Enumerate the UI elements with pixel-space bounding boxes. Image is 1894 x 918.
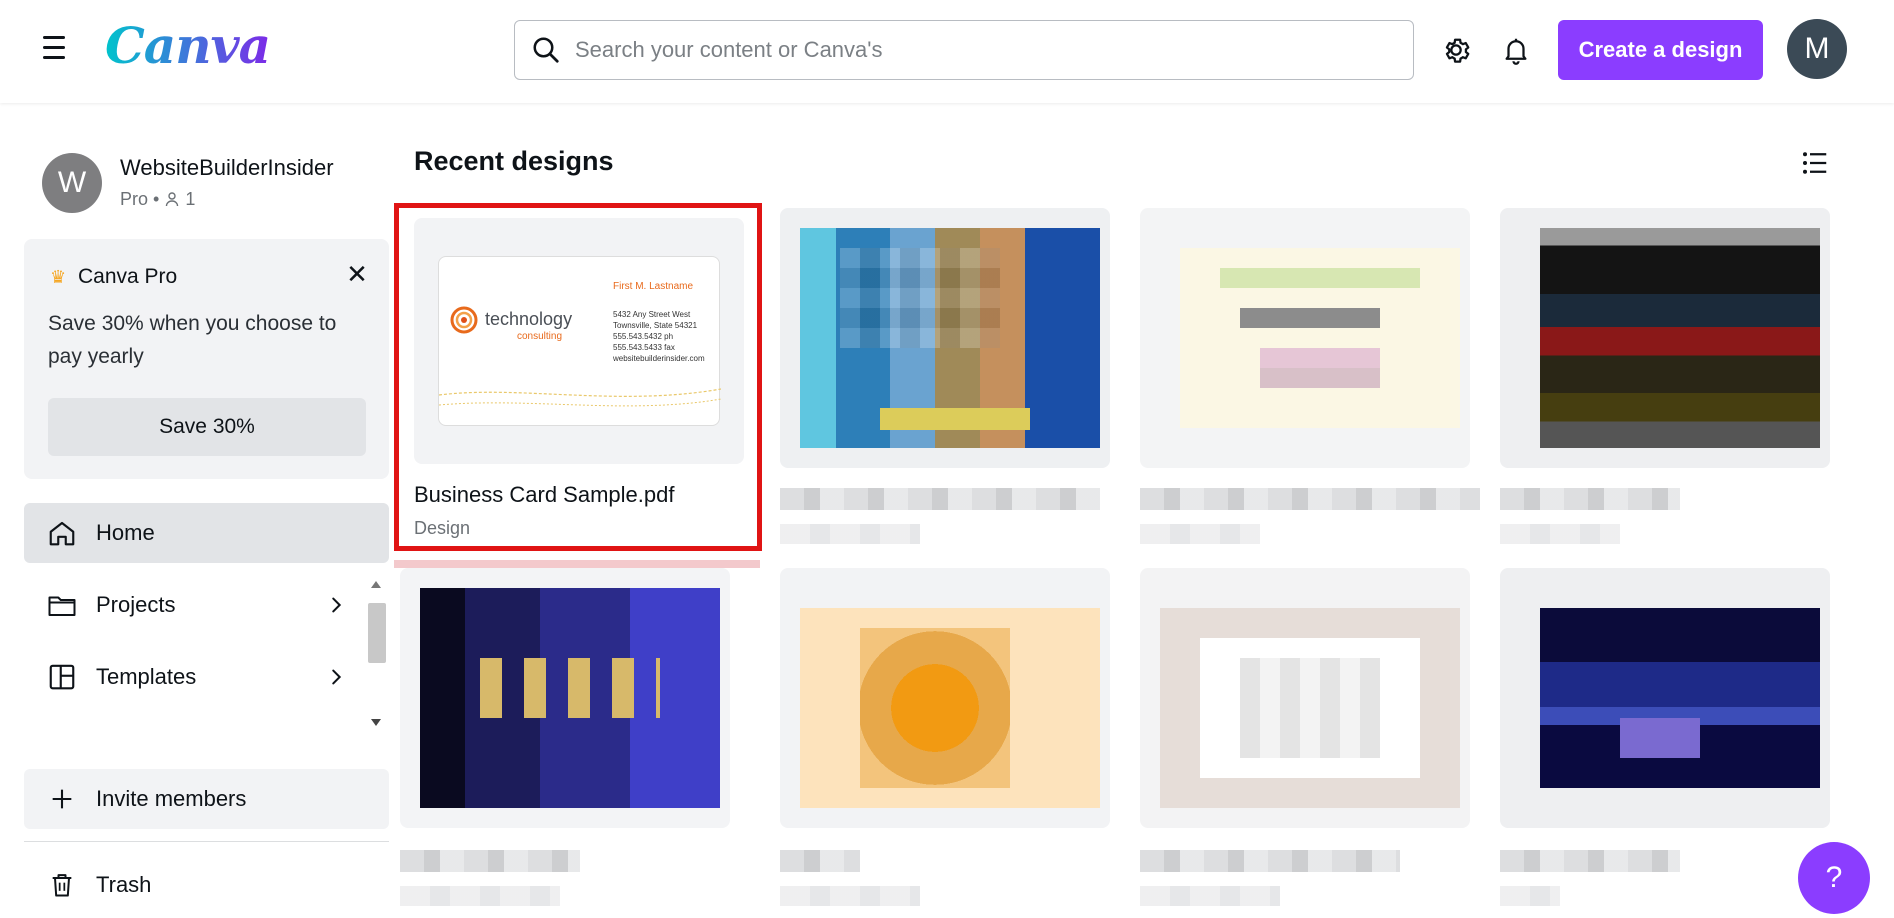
folder-icon xyxy=(42,590,82,620)
sidebar: W WebsiteBuilderInsider Pro • 1 ♛ Canva … xyxy=(0,103,395,918)
pixel-overlay xyxy=(840,248,1000,348)
search-input[interactable] xyxy=(575,37,1375,63)
design-thumbnail[interactable] xyxy=(400,568,730,828)
canva-pro-promo: ♛ Canva Pro ✕ Save 30% when you choose t… xyxy=(24,239,389,479)
search-bar[interactable] xyxy=(514,20,1414,80)
sidebar-item-label: Invite members xyxy=(96,786,247,811)
sidebar-item-projects[interactable]: Projects xyxy=(24,575,389,635)
blurred-title xyxy=(1500,850,1680,872)
list-view-icon[interactable] xyxy=(1800,148,1830,178)
sidebar-divider xyxy=(24,841,389,842)
blurred-subtitle xyxy=(1500,524,1620,544)
pixel-strip xyxy=(1240,308,1380,328)
help-button[interactable]: ? xyxy=(1798,842,1870,914)
menu-icon[interactable] xyxy=(40,36,68,62)
scroll-up-arrow[interactable] xyxy=(371,581,381,588)
sidebar-item-home[interactable]: Home xyxy=(24,503,389,563)
member-icon xyxy=(166,192,179,207)
promo-text: Save 30% when you choose to pay yearly xyxy=(48,312,337,368)
blurred-subtitle xyxy=(780,524,920,544)
blurred-subtitle xyxy=(780,886,920,906)
blurred-subtitle xyxy=(400,886,560,906)
section-title: Recent designs xyxy=(414,146,614,176)
scroll-down-arrow[interactable] xyxy=(371,719,381,726)
pixel-image xyxy=(1540,608,1820,788)
top-bar: Canva Create a design M xyxy=(0,0,1894,103)
sidebar-item-label: Projects xyxy=(96,592,176,617)
design-type: Design xyxy=(414,518,471,538)
design-card-blurred[interactable] xyxy=(1140,208,1470,568)
design-thumbnail[interactable] xyxy=(1140,568,1470,828)
team-plan: Pro • 1 xyxy=(120,189,195,210)
design-card-blurred[interactable] xyxy=(1500,208,1830,568)
close-icon[interactable]: ✕ xyxy=(342,259,372,290)
crown-icon: ♛ xyxy=(50,267,67,287)
sidebar-item-label: Templates xyxy=(96,664,197,689)
blurred-title xyxy=(780,850,860,872)
blurred-subtitle xyxy=(1140,886,1280,906)
blurred-subtitle xyxy=(1140,524,1260,544)
member-count: 1 xyxy=(185,189,196,209)
pixel-strip xyxy=(1220,268,1420,288)
design-title[interactable]: Business Card Sample.pdf xyxy=(414,482,674,508)
pixel-text xyxy=(480,658,660,718)
design-thumbnail[interactable] xyxy=(1500,568,1830,828)
pixel-image xyxy=(1540,228,1820,448)
scrollbar-thumb[interactable] xyxy=(368,603,386,663)
home-icon xyxy=(42,518,82,548)
chevron-right-icon[interactable] xyxy=(325,664,347,695)
blurred-title xyxy=(1140,488,1480,510)
blurred-subtitle xyxy=(1500,886,1560,906)
pixel-shape xyxy=(1240,658,1380,758)
design-thumbnail[interactable] xyxy=(1140,208,1470,468)
trash-icon xyxy=(42,870,82,900)
team-avatar[interactable]: W xyxy=(42,153,102,213)
team-name[interactable]: WebsiteBuilderInsider xyxy=(120,155,334,181)
design-card-blurred[interactable] xyxy=(780,208,1110,568)
selection-shadow xyxy=(394,560,760,568)
sidebar-item-trash[interactable]: Trash xyxy=(24,855,389,915)
blurred-title xyxy=(1140,850,1400,872)
plan-label: Pro • xyxy=(120,189,165,209)
promo-title: Canva Pro xyxy=(78,265,178,288)
chevron-right-icon[interactable] xyxy=(325,592,347,623)
invite-members-button[interactable]: Invite members xyxy=(24,769,389,829)
sidebar-item-label: Trash xyxy=(96,872,152,897)
sidebar-item-label: Home xyxy=(96,520,155,545)
pixel-strip xyxy=(1260,348,1380,388)
blurred-title xyxy=(400,850,580,872)
pixel-shape xyxy=(860,628,1010,788)
user-avatar[interactable]: M xyxy=(1787,19,1847,79)
pixel-shape xyxy=(1620,718,1700,758)
blurred-title xyxy=(1500,488,1680,510)
blurred-title xyxy=(780,488,1100,510)
settings-gear-icon[interactable] xyxy=(1436,30,1476,70)
create-design-button[interactable]: Create a design xyxy=(1558,20,1763,80)
canva-logo[interactable]: Canva xyxy=(105,16,271,75)
design-thumbnail[interactable] xyxy=(1500,208,1830,468)
design-thumbnail[interactable] xyxy=(780,208,1110,468)
templates-icon xyxy=(42,662,82,692)
sidebar-item-templates[interactable]: Templates xyxy=(24,647,389,707)
design-thumbnail[interactable] xyxy=(780,568,1110,828)
plus-icon xyxy=(42,785,82,813)
save-30-button[interactable]: Save 30% xyxy=(48,398,366,456)
notifications-bell-icon[interactable] xyxy=(1496,30,1536,70)
search-icon xyxy=(533,37,559,63)
sidebar-scrollbar[interactable] xyxy=(367,579,387,731)
pixel-strip xyxy=(880,408,1030,430)
